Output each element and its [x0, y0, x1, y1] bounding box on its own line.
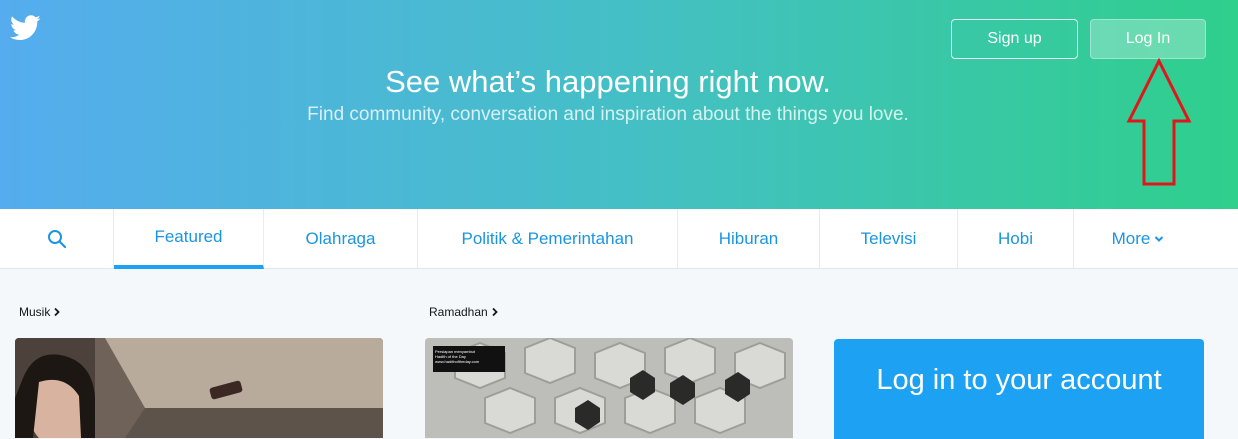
tab-label: Politik & Pemerintahan — [461, 228, 634, 248]
musik-card-image[interactable] — [15, 338, 383, 438]
chevron-right-icon — [492, 307, 498, 317]
hero-banner: Sign up Log In See what’s happening righ… — [0, 0, 1238, 209]
ramadhan-overlay-text: Persiapan menyambut Hadith of the Day ww… — [435, 349, 505, 364]
tab-label: More — [1111, 228, 1151, 248]
tab-hobi[interactable]: Hobi — [958, 209, 1074, 268]
tab-more[interactable]: More — [1074, 209, 1202, 268]
tab-televisi[interactable]: Televisi — [820, 209, 958, 268]
search-icon — [47, 229, 66, 248]
login-panel-title: Log in to your account — [876, 364, 1162, 396]
search-tab[interactable] — [0, 209, 114, 268]
chevron-down-icon — [1155, 235, 1164, 242]
login-button[interactable]: Log In — [1090, 19, 1206, 59]
musik-photo — [15, 338, 383, 438]
login-panel: Log in to your account — [834, 339, 1204, 439]
tab-label: Olahraga — [305, 228, 376, 248]
tab-label: Hobi — [998, 228, 1033, 248]
section-link-musik[interactable]: Musik — [19, 305, 61, 319]
hero-title: See what’s happening right now. — [385, 64, 831, 99]
annotation-arrow-icon — [1126, 58, 1192, 186]
topic-nav: Featured Olahraga Politik & Pemerintahan… — [0, 209, 1238, 269]
tab-label: Featured — [154, 227, 223, 246]
signup-button[interactable]: Sign up — [951, 19, 1078, 59]
tab-politik[interactable]: Politik & Pemerintahan — [418, 209, 678, 268]
tab-label: Televisi — [860, 228, 917, 248]
overlay-line: www.hadithoftheday.com — [435, 359, 480, 364]
ramadhan-card-image[interactable]: Persiapan menyambut Hadith of the Day ww… — [425, 338, 793, 438]
twitter-bird-icon[interactable] — [10, 14, 41, 42]
section-link-ramadhan[interactable]: Ramadhan — [429, 305, 499, 319]
tab-featured[interactable]: Featured — [114, 209, 264, 269]
hero-subtitle: Find community, conversation and inspira… — [307, 104, 909, 125]
section-label: Musik — [19, 305, 51, 319]
tab-label: Hiburan — [718, 228, 779, 248]
tab-olahraga[interactable]: Olahraga — [264, 209, 418, 268]
chevron-right-icon — [54, 307, 61, 317]
tab-hiburan[interactable]: Hiburan — [678, 209, 820, 268]
section-label: Ramadhan — [429, 305, 488, 319]
